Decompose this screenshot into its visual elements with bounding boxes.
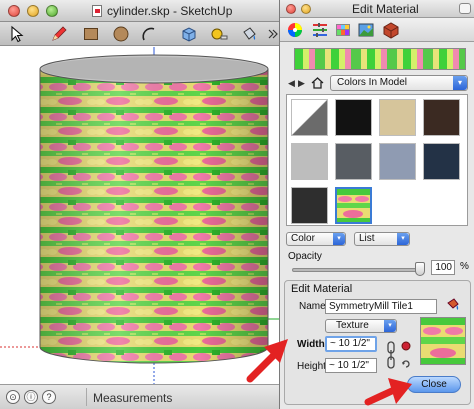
collection-select-value: Colors In Model [337, 77, 408, 88]
material-swatch[interactable] [291, 99, 328, 136]
close-button[interactable]: Close [407, 376, 461, 393]
image-palettes-tab-icon[interactable] [357, 21, 375, 39]
help-icon[interactable]: ? [42, 390, 56, 404]
circle-tool-icon[interactable] [112, 25, 130, 43]
opacity-slider-track[interactable] [292, 268, 420, 272]
edit-material-panel: Edit Material ◀ ▶ Colors In Model ▾ Colo… [279, 0, 474, 409]
width-input[interactable]: ~ 10 1/2" [325, 336, 377, 352]
display-mode-select[interactable]: Color ▾ [286, 232, 346, 246]
window-close-button[interactable] [8, 5, 20, 17]
panel-titlebar: Edit Material [280, 0, 474, 18]
color-sliders-tab-icon[interactable] [311, 21, 329, 39]
window-minimize-button[interactable] [27, 5, 39, 17]
current-material-preview [294, 48, 466, 70]
paint-bucket-icon[interactable] [240, 25, 258, 43]
width-label: Width [297, 339, 325, 350]
chevron-down-icon: ▾ [397, 233, 409, 245]
height-input[interactable]: ~ 10 1/2" [325, 358, 377, 373]
material-swatch[interactable] [335, 99, 372, 136]
pencil-tool-icon[interactable] [50, 25, 68, 43]
material-swatch[interactable] [423, 99, 460, 136]
view-mode-select[interactable]: List ▾ [354, 232, 410, 246]
status-divider [86, 388, 87, 406]
window-zoom-button[interactable] [46, 5, 58, 17]
material-swatch[interactable] [291, 187, 328, 224]
texture-preview [420, 317, 466, 365]
nav-forward-icon[interactable]: ▶ [298, 77, 308, 89]
material-swatch[interactable] [379, 143, 416, 180]
height-label: Height [297, 361, 326, 372]
texture-select-value: Texture [336, 320, 369, 331]
window-title: cylinder.skp - SketchUp [107, 4, 233, 18]
document-icon [92, 5, 102, 17]
arc-tool-icon[interactable] [140, 25, 158, 43]
texture-thumbnail [337, 189, 370, 222]
panel-close-button[interactable] [286, 4, 296, 14]
materials-navigation: ◀ ▶ Colors In Model ▾ [280, 74, 474, 92]
material-swatch[interactable] [423, 143, 460, 180]
tape-measure-icon[interactable] [210, 25, 228, 43]
credits-icon[interactable]: ⓘ [24, 390, 38, 404]
screenshot-root: cylinder.skp - SketchUp ⊙ ⓘ ? Measuremen… [0, 0, 474, 409]
select-tool-icon[interactable] [8, 25, 26, 43]
status-bar: ⊙ ⓘ ? Measurements [0, 384, 290, 409]
colorize-icon[interactable] [401, 341, 411, 351]
edit-section-title: Edit Material [291, 283, 353, 295]
material-swatch[interactable] [291, 143, 328, 180]
display-options-row: Color ▾ List ▾ [280, 232, 474, 248]
panel-minimize-button[interactable] [301, 4, 311, 14]
name-label: Name [299, 301, 326, 312]
materials-tab-icon[interactable] [382, 21, 400, 39]
material-swatch[interactable] [379, 99, 416, 136]
panel-collapse-button[interactable] [459, 3, 471, 14]
sample-paint-icon[interactable] [445, 296, 461, 312]
sketchup-toolbar [0, 22, 290, 46]
measurements-label: Measurements [93, 391, 173, 405]
opacity-input[interactable]: 100 [431, 260, 455, 275]
color-picker-tabs [280, 18, 474, 42]
chevron-down-icon: ▾ [333, 233, 345, 245]
materials-grid [286, 94, 468, 226]
reset-color-icon[interactable] [401, 359, 411, 369]
chevron-down-icon: ▾ [384, 320, 396, 332]
texture-preview-image [421, 318, 465, 364]
display-mode-value: Color [291, 233, 315, 244]
material-swatch-selected[interactable] [335, 187, 372, 224]
toolbar-overflow-icon[interactable] [264, 25, 278, 43]
collection-select[interactable]: Colors In Model ▾ [330, 75, 468, 91]
panel-title: Edit Material [352, 2, 419, 16]
opacity-unit: % [460, 261, 469, 272]
opacity-label: Opacity [288, 251, 322, 262]
annotation-arrow-close [364, 378, 412, 406]
nav-back-icon[interactable]: ◀ [288, 77, 298, 89]
geo-location-icon[interactable]: ⊙ [6, 390, 20, 404]
link-aspect-icon[interactable] [386, 340, 396, 370]
material-name-input[interactable]: SymmetryMill Tile1 [325, 299, 437, 314]
sketchup-titlebar: cylinder.skp - SketchUp [0, 0, 290, 22]
texture-select[interactable]: Texture ▾ [325, 319, 397, 333]
material-swatch[interactable] [335, 143, 372, 180]
chevron-down-icon: ▾ [453, 76, 467, 90]
make-component-icon[interactable] [180, 25, 198, 43]
color-wheel-tab-icon[interactable] [286, 21, 304, 39]
home-icon[interactable] [311, 76, 324, 89]
annotation-arrow-width [246, 339, 288, 383]
opacity-slider-thumb[interactable] [415, 262, 425, 276]
rectangle-tool-icon[interactable] [82, 25, 100, 43]
color-palettes-tab-icon[interactable] [334, 21, 352, 39]
view-mode-value: List [359, 233, 375, 244]
